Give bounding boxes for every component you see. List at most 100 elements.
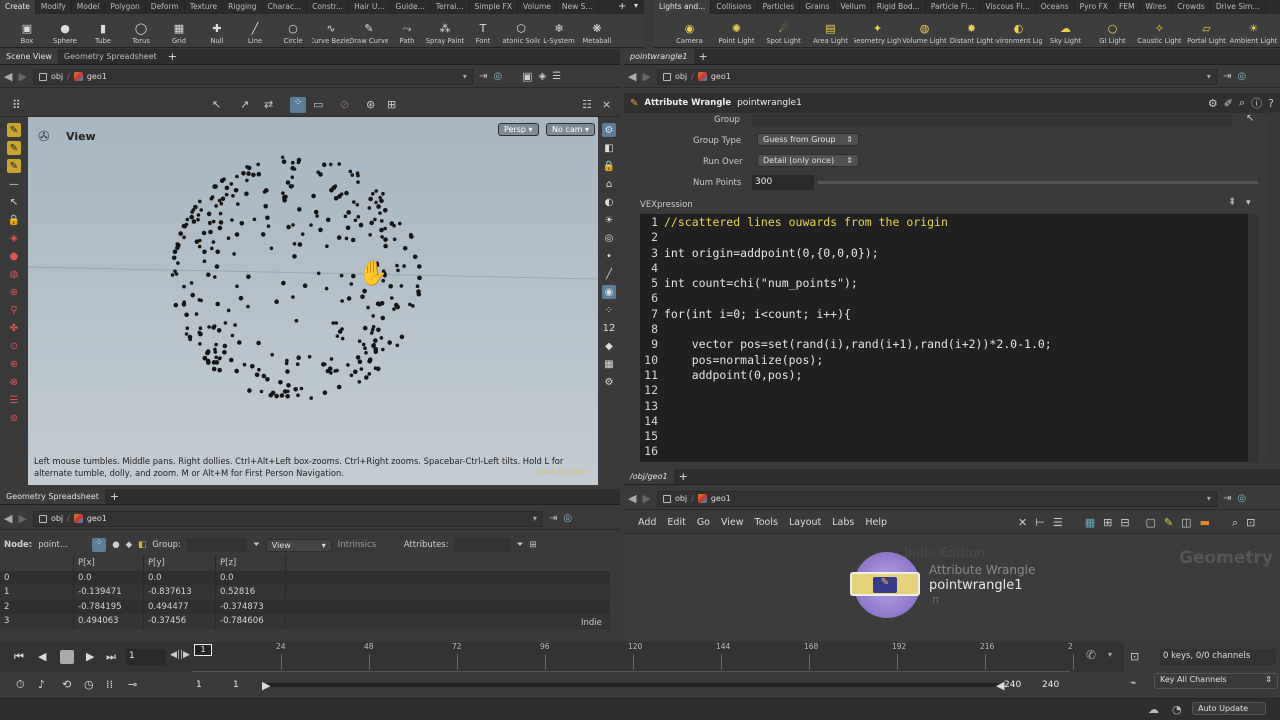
handle-icon[interactable]: ✎ [7, 123, 21, 137]
table-row[interactable]: 2 -0.784195 0.494477 -0.374873 [0, 599, 610, 614]
shelf-tab[interactable]: Rigging [223, 0, 263, 14]
code-line[interactable]: 4 [640, 261, 1248, 276]
code-line[interactable]: 14 [640, 414, 1248, 429]
playhead[interactable]: 1 [194, 644, 212, 656]
list-icon[interactable]: ☰ [1053, 516, 1063, 530]
add-tab-icon[interactable]: + [674, 469, 693, 484]
menu-edit[interactable]: Edit [667, 517, 685, 528]
shelf-tool[interactable]: ✚ Null [198, 14, 236, 47]
layout-icon[interactable]: ⊞ [1103, 516, 1112, 530]
audio-icon[interactable]: ✆ [1086, 648, 1096, 662]
normals-icon[interactable]: ╱ [602, 267, 616, 281]
shelf-tab[interactable]: Terrai... [431, 0, 470, 14]
shelf-tab[interactable]: Hair U... [349, 0, 391, 14]
shelf-menu-icon[interactable]: ▾ [634, 1, 638, 10]
tab-pointwrangle1[interactable]: pointwrangle1 [624, 49, 694, 64]
camera-icon[interactable]: ◉ [602, 285, 616, 299]
sticky-note-icon[interactable]: ✎ [1164, 516, 1173, 530]
snippet-menu-icon[interactable]: ▾ [1246, 198, 1251, 208]
shelf-tab[interactable]: Crowds [1172, 0, 1211, 14]
range-start-handle-icon[interactable]: ▶ [262, 679, 270, 692]
select-arrow-icon[interactable]: ↖ [1246, 113, 1254, 124]
viewport-grid-icon[interactable]: ⠿ [12, 98, 21, 112]
range-end[interactable]: 240 [1004, 680, 1021, 690]
shelf-tool[interactable]: ❋ Metaball [578, 14, 616, 47]
shelf-tab[interactable]: Drive Sim... [1211, 0, 1266, 14]
network-box-icon[interactable]: ▢ [1146, 516, 1156, 530]
menu-labs[interactable]: Labs [832, 517, 854, 528]
shelf-tab[interactable]: Model [72, 0, 106, 14]
tab-geometry-spreadsheet[interactable]: Geometry Spreadsheet [0, 489, 105, 504]
intrinsics-label[interactable]: Intrinsics [338, 540, 398, 550]
prev-key-icon[interactable]: ◀| [170, 650, 180, 660]
select-tool-icon[interactable]: ↖ [212, 98, 221, 111]
snippet-icon[interactable]: ⇞ [1228, 197, 1236, 208]
particles-icon[interactable]: ⁘ [602, 303, 616, 317]
shelf-tool[interactable]: ✎ Draw Curve [350, 14, 388, 47]
search-icon[interactable]: ⌕ [1239, 96, 1245, 110]
link-icon[interactable]: ◎ [563, 513, 572, 524]
pin-icon[interactable]: ⇥ [1223, 71, 1231, 82]
shelf-tool[interactable]: ⁂ Spray Paint [426, 14, 464, 47]
cluster-icon[interactable]: ⊚ [7, 411, 21, 425]
snap-icon[interactable]: ⊛ [366, 98, 375, 111]
shelf-tool[interactable]: ❄ L-System [540, 14, 578, 47]
filter-icon[interactable]: ⏷ [253, 540, 260, 550]
link-icon[interactable]: ◎ [1237, 493, 1246, 504]
code-line[interactable]: 8 [640, 322, 1248, 337]
viewport-close-icon[interactable]: ⨯ [602, 98, 611, 111]
filter-icon[interactable]: ⏷ [517, 540, 524, 550]
shelf-tool[interactable]: ◉ Camera [666, 14, 713, 47]
code-line[interactable]: 6 [640, 291, 1248, 306]
group-field[interactable] [186, 538, 247, 552]
lock-icon[interactable]: 🔒 [7, 213, 21, 227]
menu-add[interactable]: Add [638, 517, 656, 528]
layout-alt-icon[interactable]: ⊟ [1120, 516, 1129, 530]
tumble-icon[interactable]: ◍ [7, 267, 21, 281]
shelf-tab[interactable]: Texture [185, 0, 224, 14]
shelf-tool[interactable]: ▦ Grid [160, 14, 198, 47]
shelf-tab[interactable]: Particles [758, 0, 801, 14]
point-display-icon[interactable]: • [602, 249, 616, 263]
code-line[interactable]: 10 pos=normalize(pos); [640, 353, 1248, 368]
paint-icon[interactable]: ✎ [7, 159, 21, 173]
auto-update-menu[interactable]: Auto Update [1192, 702, 1266, 715]
shelf-tab[interactable]: Grains [800, 0, 836, 14]
view-menu[interactable]: View ▾ [265, 538, 332, 552]
tree-icon[interactable]: ⊢ [1035, 516, 1045, 530]
stack-icon[interactable]: ☰ [7, 393, 21, 407]
chevron-down-icon[interactable]: ▾ [1207, 72, 1211, 81]
tab-network[interactable]: /obj/geo1 [624, 469, 674, 484]
table-row[interactable]: 1 -0.139471 -0.837613 0.52816 [0, 585, 610, 600]
timeline-ruler[interactable]: 24 48 72 96 120 144 168 192 216 2 [192, 642, 1074, 672]
realtime-icon[interactable]: ⏱ [16, 678, 25, 692]
gear-icon[interactable]: ⚙ [1208, 97, 1218, 110]
go-start-icon[interactable]: ⏮ [14, 650, 24, 664]
shelf-tool[interactable]: ⬡ Platonic Solids [502, 14, 540, 47]
curve-icon[interactable]: ⊗ [7, 375, 21, 389]
shelf-tab[interactable]: Volume [518, 0, 557, 14]
add-tab-icon[interactable]: + [694, 49, 713, 64]
stop-icon[interactable] [60, 650, 74, 664]
shelf-tool[interactable]: ◍ Volume Light [901, 14, 948, 47]
menu-view[interactable]: View [721, 517, 744, 528]
code-line[interactable]: 5 int count=chi("num_points"); [640, 276, 1248, 291]
shelf-tab[interactable]: Charac... [263, 0, 308, 14]
palette-icon[interactable]: ◫ [1181, 516, 1191, 530]
group-type-menu[interactable]: Guess from Group ⇕ [757, 133, 859, 146]
shelf-tool[interactable]: ○ GI Light [1089, 14, 1136, 47]
code-line[interactable]: 3 int origin=addpoint(0,{0,0,0}); [640, 246, 1248, 261]
vertices-mode-icon[interactable]: ● [112, 540, 119, 550]
code-line[interactable]: 7 for(int i=0; i<count; i++){ [640, 307, 1248, 322]
frame-field[interactable]: 1 [126, 649, 166, 665]
shelf-tab[interactable]: Wires [1140, 0, 1173, 14]
view-options-icon[interactable]: ◈ [538, 71, 546, 82]
next-key-icon[interactable]: |▶ [180, 650, 190, 660]
forward-arrow-icon[interactable]: ▶ [18, 512, 26, 525]
link-icon[interactable]: ◎ [1237, 71, 1246, 82]
code-line[interactable]: 15 [640, 429, 1248, 444]
shading-icon[interactable]: ◧ [602, 141, 616, 155]
shelf-tab[interactable]: Constr... [307, 0, 350, 14]
shelf-tool[interactable]: ✧ Caustic Light [1136, 14, 1183, 47]
brush-icon[interactable]: ✐ [1224, 97, 1233, 110]
